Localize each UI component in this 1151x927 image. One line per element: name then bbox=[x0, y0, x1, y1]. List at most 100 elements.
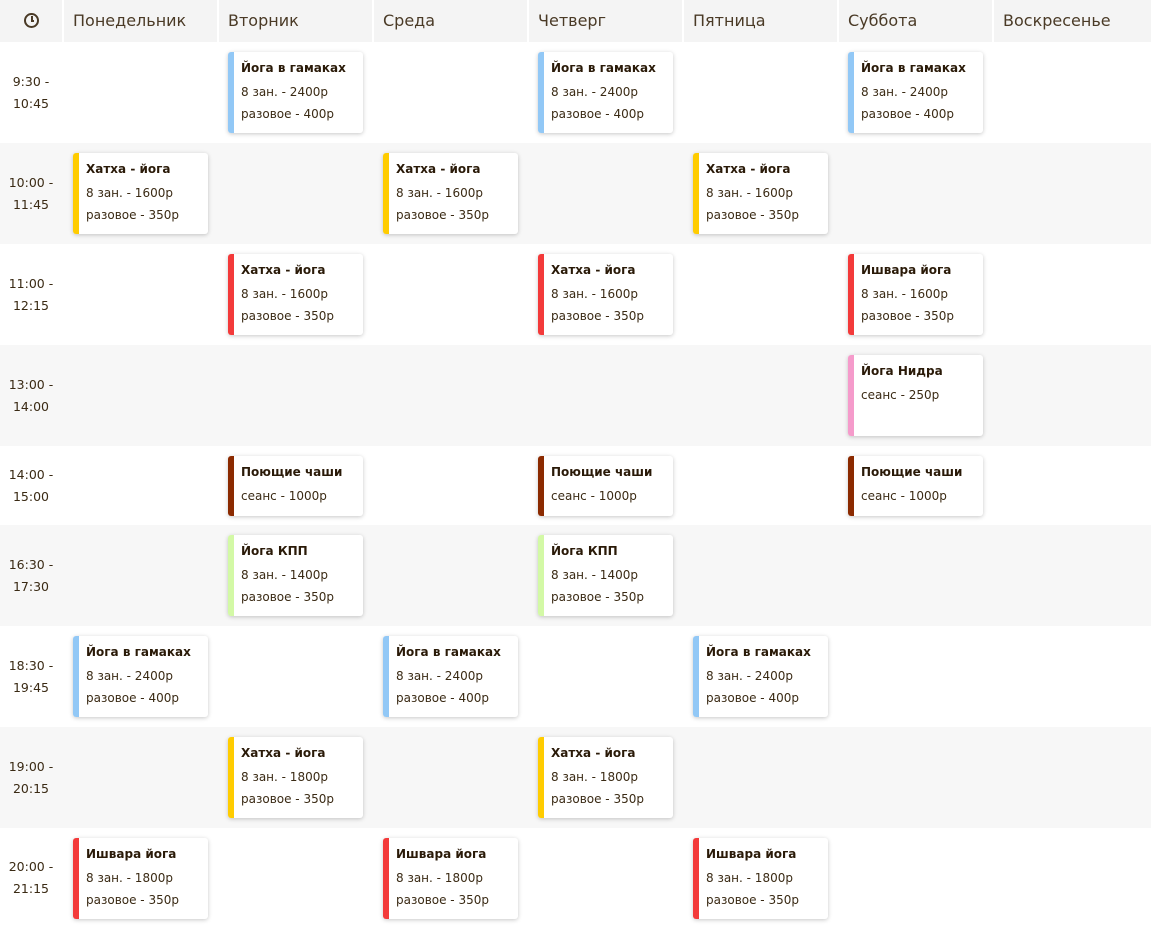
class-single-price: разовое - 350р bbox=[861, 309, 954, 323]
class-single-price: разовое - 350р bbox=[241, 792, 334, 806]
class-price: сеанс - 1000р bbox=[551, 489, 637, 503]
time-end: 21:15 bbox=[12, 880, 50, 896]
time-end: 14:00 bbox=[12, 398, 50, 414]
class-card[interactable]: Йога в гамаках 8 зан. - 2400р разовое - 40… bbox=[383, 636, 518, 717]
class-single-price: разовое - 350р bbox=[551, 590, 644, 604]
class-card[interactable]: Поющие чаши сеанс - 1000р bbox=[538, 456, 673, 516]
class-card[interactable]: Йога в гамаках 8 зан. - 2400р разовое - 40… bbox=[73, 636, 208, 717]
class-price: 8 зан. - 1800р bbox=[551, 770, 638, 784]
class-color-bar bbox=[73, 636, 79, 717]
class-color-bar bbox=[848, 456, 854, 516]
class-card[interactable]: Йога в гамаках 8 зан. - 2400р разовое - 40… bbox=[228, 52, 363, 133]
class-card[interactable]: Хатха - йога 8 зан. - 1600р разовое - 350р bbox=[383, 153, 518, 234]
class-card[interactable]: Йога в гамаках 8 зан. - 2400р разовое - 40… bbox=[538, 52, 673, 133]
class-color-bar bbox=[848, 254, 854, 335]
class-card[interactable]: Поющие чаши сеанс - 1000р bbox=[228, 456, 363, 516]
class-card[interactable]: Хатха - йога 8 зан. - 1600р разовое - 350р bbox=[228, 254, 363, 335]
schedule-header: Понедельник Вторник Среда Четверг Пятница Суб… bbox=[0, 0, 1151, 42]
class-single-price: разовое - 350р bbox=[241, 590, 334, 604]
time-slot: 13:00 - 14:00 bbox=[0, 374, 62, 418]
class-price: 8 зан. - 1400р bbox=[551, 568, 638, 582]
day-header: Суббота bbox=[837, 0, 992, 42]
class-card[interactable]: Йога КПП 8 зан. - 1400р разовое - 350р bbox=[538, 535, 673, 616]
time-end: 12:15 bbox=[12, 297, 50, 313]
class-color-bar bbox=[383, 838, 389, 919]
time-slot: 19:00 - 20:15 bbox=[0, 756, 62, 800]
class-price: сеанс - 250р bbox=[861, 388, 940, 402]
time-end: 15:00 bbox=[12, 488, 50, 504]
class-color-bar bbox=[73, 153, 79, 234]
class-card[interactable]: Йога в гамаках 8 зан. - 2400р разовое - 40… bbox=[848, 52, 983, 133]
class-price: 8 зан. - 1600р bbox=[706, 186, 793, 200]
class-price: сеанс - 1000р bbox=[861, 489, 947, 503]
class-name: Йога в гамаках bbox=[241, 61, 346, 75]
class-color-bar bbox=[538, 535, 544, 616]
class-card[interactable]: Йога в гамаках 8 зан. - 2400р разовое - 40… bbox=[693, 636, 828, 717]
class-single-price: разовое - 350р bbox=[706, 208, 799, 222]
class-name: Йога в гамаках bbox=[861, 61, 966, 75]
time-start: 20:00 - bbox=[8, 858, 54, 874]
class-single-price: разовое - 350р bbox=[706, 893, 799, 907]
class-color-bar bbox=[383, 636, 389, 717]
class-name: Хатха - йога bbox=[396, 162, 481, 176]
time-row: 11:00 - 12:15 Хатха - йога 8 зан. - 1600р ра… bbox=[0, 244, 1151, 345]
time-start: 10:00 - bbox=[8, 174, 54, 190]
class-single-price: разовое - 400р bbox=[396, 691, 489, 705]
clock-icon bbox=[24, 13, 39, 28]
class-color-bar bbox=[848, 355, 854, 436]
class-card[interactable]: Хатха - йога 8 зан. - 1600р разовое - 350р bbox=[73, 153, 208, 234]
class-single-price: разовое - 350р bbox=[86, 208, 179, 222]
class-single-price: разовое - 400р bbox=[241, 107, 334, 121]
time-end: 11:45 bbox=[12, 196, 50, 212]
class-color-bar bbox=[228, 52, 234, 133]
class-color-bar bbox=[693, 636, 699, 717]
day-header: Среда bbox=[372, 0, 527, 42]
class-card[interactable]: Ишвара йога 8 зан. - 1800р разовое - 350р bbox=[383, 838, 518, 919]
class-color-bar bbox=[73, 838, 79, 919]
class-name: Хатха - йога bbox=[706, 162, 791, 176]
class-name: Хатха - йога bbox=[551, 746, 636, 760]
class-price: 8 зан. - 1800р bbox=[706, 871, 793, 885]
class-color-bar bbox=[538, 254, 544, 335]
class-card[interactable]: Йога Нидра сеанс - 250р bbox=[848, 355, 983, 436]
class-card[interactable]: Ишвара йога 8 зан. - 1800р разовое - 350р bbox=[73, 838, 208, 919]
time-row: 18:30 - 19:45 Йога в гамаках 8 зан. - 2400р… bbox=[0, 626, 1151, 727]
class-price: сеанс - 1000р bbox=[241, 489, 327, 503]
class-single-price: разовое - 350р bbox=[551, 309, 644, 323]
class-card[interactable]: Ишвара йога 8 зан. - 1800р разовое - 350р bbox=[693, 838, 828, 919]
class-name: Йога в гамаках bbox=[86, 645, 191, 659]
class-price: 8 зан. - 1800р bbox=[86, 871, 173, 885]
class-card[interactable]: Хатха - йога 8 зан. - 1800р разовое - 350р bbox=[538, 737, 673, 818]
class-color-bar bbox=[538, 456, 544, 516]
time-row: 16:30 - 17:30 Йога КПП 8 зан. - 1400р разово… bbox=[0, 525, 1151, 626]
class-color-bar bbox=[228, 254, 234, 335]
class-price: 8 зан. - 1800р bbox=[396, 871, 483, 885]
class-name: Хатха - йога bbox=[241, 263, 326, 277]
time-slot: 18:30 - 19:45 bbox=[0, 655, 62, 699]
time-slot: 14:00 - 15:00 bbox=[0, 464, 62, 508]
class-name: Йога КПП bbox=[241, 544, 308, 558]
class-card[interactable]: Йога КПП 8 зан. - 1400р разовое - 350р bbox=[228, 535, 363, 616]
class-price: 8 зан. - 2400р bbox=[706, 669, 793, 683]
time-slot: 20:00 - 21:15 bbox=[0, 856, 62, 900]
time-row: 13:00 - 14:00 Йога Нидра сеанс - 250р bbox=[0, 345, 1151, 446]
class-color-bar bbox=[538, 52, 544, 133]
time-start: 19:00 - bbox=[8, 758, 54, 774]
time-row: 9:30 - 10:45 Йога в гамаках 8 зан. - 2400р р… bbox=[0, 42, 1151, 143]
class-card[interactable]: Хатха - йога 8 зан. - 1800р разовое - 350р bbox=[228, 737, 363, 818]
class-color-bar bbox=[848, 52, 854, 133]
class-name: Хатха - йога bbox=[241, 746, 326, 760]
class-card[interactable]: Ишвара йога 8 зан. - 1600р разовое - 350р bbox=[848, 254, 983, 335]
class-name: Йога Нидра bbox=[861, 364, 943, 378]
time-end: 19:45 bbox=[12, 679, 50, 695]
class-price: 8 зан. - 1600р bbox=[241, 287, 328, 301]
class-price: 8 зан. - 1600р bbox=[861, 287, 948, 301]
class-card[interactable]: Хатха - йога 8 зан. - 1600р разовое - 350р bbox=[538, 254, 673, 335]
class-price: 8 зан. - 1600р bbox=[396, 186, 483, 200]
class-color-bar bbox=[383, 153, 389, 234]
class-card[interactable]: Хатха - йога 8 зан. - 1600р разовое - 350р bbox=[693, 153, 828, 234]
time-slot: 9:30 - 10:45 bbox=[0, 71, 62, 115]
class-price: 8 зан. - 2400р bbox=[86, 669, 173, 683]
class-card[interactable]: Поющие чаши сеанс - 1000р bbox=[848, 456, 983, 516]
class-price: 8 зан. - 1600р bbox=[86, 186, 173, 200]
